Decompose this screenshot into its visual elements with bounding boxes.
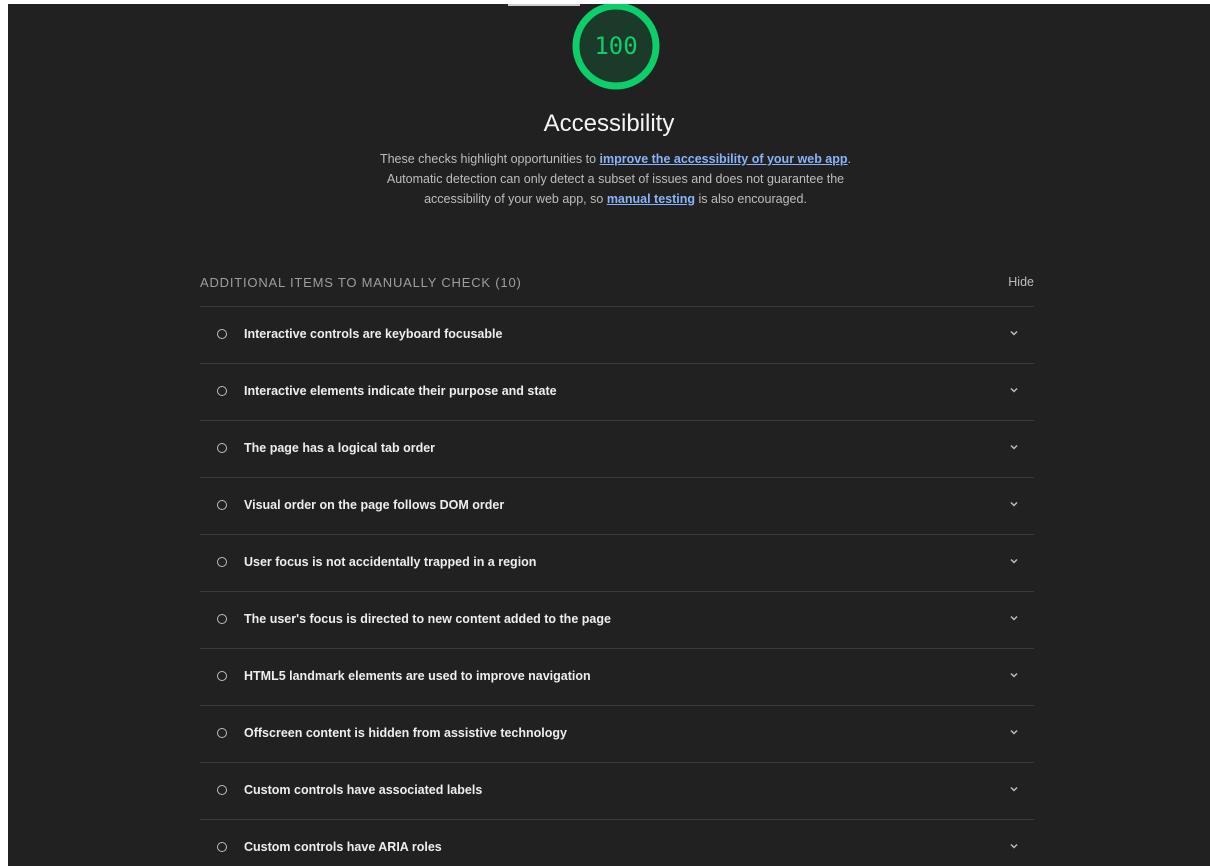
audit-title: The page has a logical tab order bbox=[244, 441, 436, 455]
audit-title: Interactive elements indicate their purp… bbox=[244, 384, 557, 398]
audit-row[interactable]: Offscreen content is hidden from assisti… bbox=[200, 706, 1034, 763]
circle-outline-icon bbox=[217, 785, 227, 795]
chevron-down-icon[interactable] bbox=[1008, 669, 1020, 681]
description-text-3: is also encouraged. bbox=[695, 192, 807, 206]
audit-title: Offscreen content is hidden from assisti… bbox=[244, 726, 567, 740]
report-viewport: 100 Accessibility These checks highlight… bbox=[8, 4, 1210, 866]
audit-row[interactable]: User focus is not accidentally trapped i… bbox=[200, 535, 1034, 592]
accessibility-guide-link[interactable]: improve the accessibility of your web ap… bbox=[600, 152, 848, 166]
score-value: 100 bbox=[594, 32, 638, 60]
circle-outline-icon bbox=[217, 329, 227, 339]
circle-outline-icon bbox=[217, 500, 227, 510]
chevron-down-icon[interactable] bbox=[1008, 498, 1020, 510]
circle-outline-icon bbox=[217, 671, 227, 681]
circle-outline-icon bbox=[217, 614, 227, 624]
audit-row[interactable]: The user's focus is directed to new cont… bbox=[200, 592, 1034, 649]
audit-row[interactable]: HTML5 landmark elements are used to impr… bbox=[200, 649, 1034, 706]
chevron-down-icon[interactable] bbox=[1008, 726, 1020, 738]
chevron-down-icon[interactable] bbox=[1008, 441, 1020, 453]
circle-outline-icon bbox=[217, 386, 227, 396]
group-title: ADDITIONAL ITEMS TO MANUALLY CHECK (10) bbox=[200, 275, 522, 290]
audit-row[interactable]: Interactive elements indicate their purp… bbox=[200, 364, 1034, 421]
audit-title: Visual order on the page follows DOM ord… bbox=[244, 498, 505, 512]
circle-outline-icon bbox=[217, 728, 227, 738]
audit-row[interactable]: The page has a logical tab order bbox=[200, 421, 1034, 478]
chevron-down-icon[interactable] bbox=[1008, 612, 1020, 624]
manual-checks-group-header: ADDITIONAL ITEMS TO MANUALLY CHECK (10) … bbox=[200, 270, 1034, 307]
audit-title: User focus is not accidentally trapped i… bbox=[244, 555, 537, 569]
category-description: These checks highlight opportunities to … bbox=[368, 149, 863, 209]
chevron-down-icon[interactable] bbox=[1008, 840, 1020, 852]
chevron-down-icon[interactable] bbox=[1008, 783, 1020, 795]
circle-outline-icon bbox=[217, 842, 227, 852]
description-text-1: These checks highlight opportunities to bbox=[379, 152, 600, 166]
audit-title: Custom controls have associated labels bbox=[244, 783, 483, 797]
manual-testing-link[interactable]: manual testing bbox=[607, 192, 695, 206]
circle-outline-icon bbox=[217, 557, 227, 567]
tab-indicator bbox=[508, 4, 580, 6]
hide-toggle-button[interactable]: Hide bbox=[1008, 275, 1034, 289]
category-title: Accessibility bbox=[543, 110, 675, 137]
chevron-down-icon[interactable] bbox=[1008, 384, 1020, 396]
audit-title: Interactive controls are keyboard focusa… bbox=[244, 327, 503, 341]
chevron-down-icon[interactable] bbox=[1008, 327, 1020, 339]
audit-title: Custom controls have ARIA roles bbox=[244, 840, 442, 854]
circle-outline-icon bbox=[217, 443, 227, 453]
audit-title: HTML5 landmark elements are used to impr… bbox=[244, 669, 591, 683]
audit-row[interactable]: Visual order on the page follows DOM ord… bbox=[200, 478, 1034, 535]
audit-list: Interactive controls are keyboard focusa… bbox=[200, 307, 1034, 866]
score-gauge[interactable]: 100 bbox=[571, 4, 661, 94]
audit-row[interactable]: Custom controls have ARIA roles bbox=[200, 820, 1034, 866]
audit-row[interactable]: Interactive controls are keyboard focusa… bbox=[200, 307, 1034, 364]
chevron-down-icon[interactable] bbox=[1008, 555, 1020, 567]
audit-row[interactable]: Custom controls have associated labels bbox=[200, 763, 1034, 820]
audit-title: The user's focus is directed to new cont… bbox=[244, 612, 611, 626]
